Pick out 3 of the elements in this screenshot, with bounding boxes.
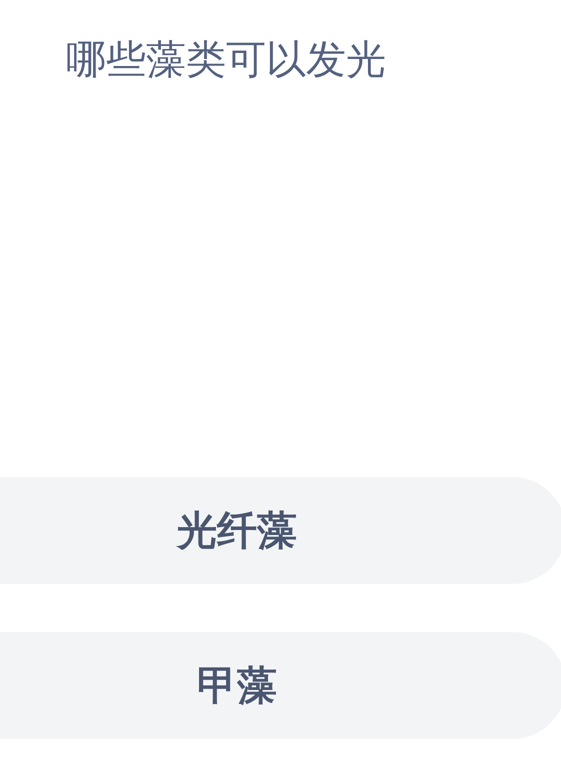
- question-title: 哪些藻类可以发光: [65, 36, 387, 85]
- answer-option[interactable]: 光纤藻: [0, 477, 561, 584]
- answer-option[interactable]: 甲藻: [0, 632, 561, 739]
